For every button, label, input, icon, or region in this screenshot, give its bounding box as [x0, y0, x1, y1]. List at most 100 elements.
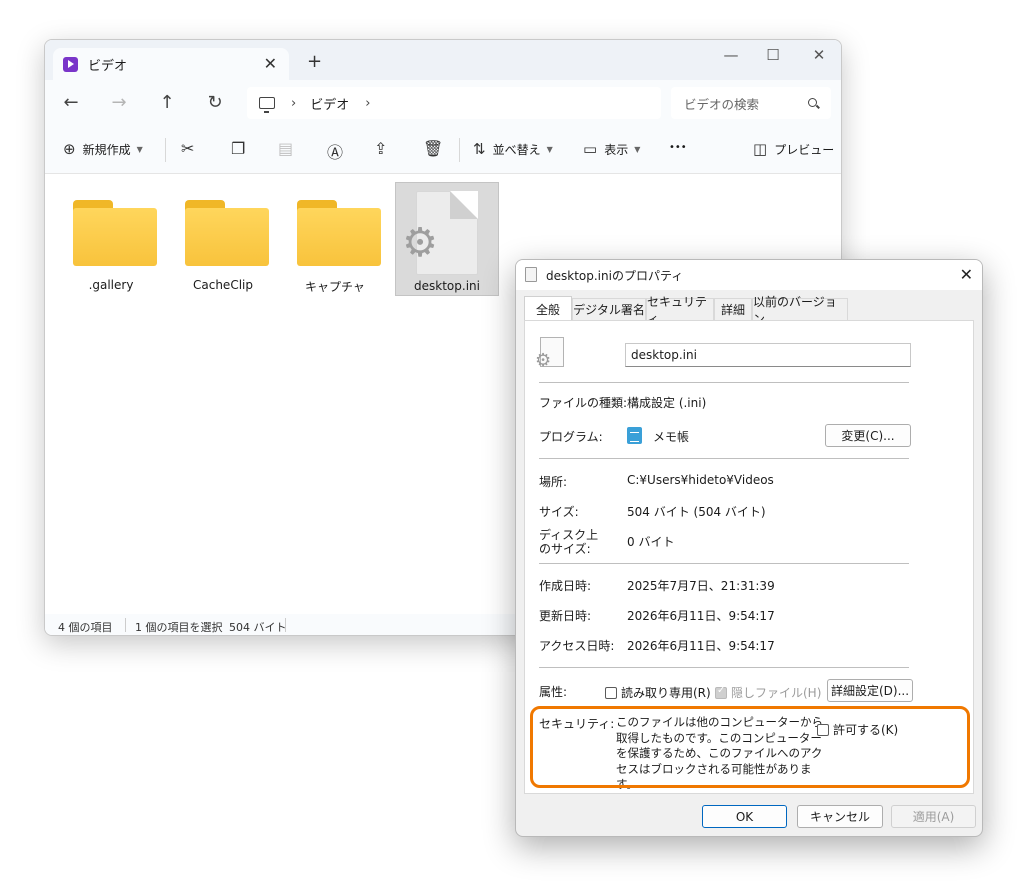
modified-label: 更新日時:: [539, 609, 592, 623]
tab-details[interactable]: 詳細: [714, 298, 752, 320]
advanced-button[interactable]: 詳細設定(D)...: [827, 679, 913, 702]
folder-item-capture[interactable]: キャプチャ: [283, 182, 387, 296]
tab-title: ビデオ: [88, 58, 128, 74]
delete-icon[interactable]: 🗑: [423, 139, 443, 158]
sort-icon: ⇅: [473, 140, 486, 158]
modified-value: 2026年6月11日、9:54:17: [627, 609, 775, 623]
file-type-label: ファイルの種類:: [539, 396, 628, 410]
chevron-down-icon: ▼: [634, 144, 641, 154]
folder-icon: [185, 200, 269, 266]
tab-previous-versions[interactable]: 以前のバージョン: [752, 295, 848, 326]
view-icon: ▭: [583, 140, 598, 158]
file-icon: [525, 267, 537, 282]
command-bar: ⊕ 新規作成 ▼ ✂ ❐ ▤ Ⓐ ⇪ 🗑 ⇅ 並べ替え ▼ ▭ 表示 ▼ •••…: [45, 126, 841, 174]
checkbox-box[interactable]: [605, 686, 617, 699]
divider: [459, 138, 460, 162]
divider: [125, 618, 126, 632]
ok-button[interactable]: OK: [702, 805, 787, 828]
videos-folder-icon: [63, 56, 78, 72]
notepad-icon: [627, 427, 642, 444]
search-placeholder: ビデオの検索: [684, 96, 760, 112]
forward-button[interactable]: →: [109, 92, 129, 113]
hidden-checkbox[interactable]: 隠しファイル(H): [715, 684, 821, 701]
copy-icon[interactable]: ❐: [231, 139, 245, 158]
dialog-title: desktop.iniのプロパティ: [546, 269, 684, 283]
breadcrumb-separator[interactable]: ›: [291, 96, 296, 111]
preview-button[interactable]: ◫ プレビュー: [753, 140, 834, 158]
new-label: 新規作成: [82, 142, 131, 157]
cut-icon[interactable]: ✂: [181, 139, 194, 158]
tab-general[interactable]: 全般: [524, 296, 572, 321]
close-window-button[interactable]: ✕: [809, 46, 829, 64]
address-input[interactable]: › ビデオ ›: [247, 87, 661, 119]
sort-label: 並べ替え: [492, 142, 541, 157]
file-name: .gallery: [88, 278, 134, 292]
divider: [539, 563, 909, 564]
disk-size-label: のサイズ:: [539, 542, 591, 556]
file-item-desktop-ini[interactable]: ⚙ desktop.ini: [395, 182, 499, 296]
cancel-button[interactable]: キャンセル: [797, 805, 883, 828]
file-name: CacheClip: [193, 278, 253, 292]
search-input[interactable]: ビデオの検索: [671, 87, 831, 119]
size-value: 504 バイト (504 バイト): [627, 505, 766, 519]
program-label: プログラム:: [539, 430, 603, 444]
divider: [539, 382, 909, 383]
divider: [539, 667, 909, 668]
readonly-checkbox[interactable]: 読み取り専用(R): [605, 684, 711, 701]
size-label: サイズ:: [539, 505, 579, 519]
tab-security[interactable]: セキュリティ: [646, 295, 714, 326]
tab-bar: ビデオ ✕ + — ☐ ✕: [45, 40, 841, 80]
folder-item-cacheclip[interactable]: CacheClip: [171, 182, 275, 296]
location-label: 場所:: [539, 475, 568, 489]
settings-file-icon: ⚙: [535, 337, 564, 371]
selection-count: 1 個の項目を選択: [135, 621, 223, 634]
security-highlight-annotation: [530, 706, 970, 788]
address-bar-row: ← → ↑ ↻ › ビデオ › ビデオの検索: [45, 80, 841, 126]
chevron-down-icon: ▼: [546, 144, 553, 154]
this-pc-icon: [259, 97, 275, 113]
checkbox-box[interactable]: [715, 685, 727, 699]
folder-item-gallery[interactable]: .gallery: [59, 182, 163, 296]
change-program-button[interactable]: 変更(C)...: [825, 424, 911, 447]
chevron-down-icon: ▼: [136, 144, 143, 154]
close-icon[interactable]: ✕: [960, 265, 973, 284]
search-icon: [808, 98, 817, 107]
maximize-button[interactable]: ☐: [763, 46, 783, 64]
divider: [285, 618, 286, 632]
disk-size-value: 0 バイト: [627, 535, 675, 549]
breadcrumb-separator[interactable]: ›: [365, 96, 370, 111]
minimize-button[interactable]: —: [721, 46, 741, 64]
tab-close-icon[interactable]: ✕: [264, 54, 277, 73]
tab-videos[interactable]: ビデオ ✕: [53, 48, 289, 80]
preview-label: プレビュー: [774, 142, 835, 157]
view-label: 表示: [604, 142, 629, 157]
breadcrumb-videos[interactable]: ビデオ: [310, 94, 349, 113]
file-name: desktop.ini: [414, 279, 480, 293]
plus-circle-icon: ⊕: [63, 140, 76, 158]
tab-digital-signatures[interactable]: デジタル署名: [572, 298, 646, 320]
refresh-button[interactable]: ↻: [205, 92, 225, 113]
accessed-label: アクセス日時:: [539, 639, 615, 653]
selection-size: 504 バイト: [229, 621, 287, 634]
share-icon[interactable]: ⇪: [374, 139, 387, 158]
divider: [165, 138, 166, 162]
paste-icon[interactable]: ▤: [278, 139, 293, 158]
more-options-button[interactable]: •••: [669, 142, 687, 153]
hidden-label: 隠しファイル(H): [731, 686, 822, 700]
rename-icon[interactable]: Ⓐ: [327, 139, 343, 163]
folder-icon: [73, 200, 157, 266]
view-button[interactable]: ▭ 表示 ▼: [583, 140, 640, 158]
back-button[interactable]: ←: [61, 92, 81, 113]
apply-button[interactable]: 適用(A): [891, 805, 976, 828]
created-value: 2025年7月7日、21:31:39: [627, 579, 775, 593]
readonly-label: 読み取り専用(R): [621, 686, 711, 700]
item-count: 4 個の項目: [58, 621, 113, 634]
gear-icon: ⚙: [402, 220, 438, 266]
file-name: キャプチャ: [305, 280, 365, 294]
new-tab-button[interactable]: +: [307, 51, 322, 72]
new-button[interactable]: ⊕ 新規作成 ▼: [63, 140, 143, 158]
up-button[interactable]: ↑: [157, 92, 177, 113]
filename-field[interactable]: [625, 343, 911, 367]
file-type-value: 構成設定 (.ini): [627, 396, 707, 410]
sort-button[interactable]: ⇅ 並べ替え ▼: [473, 140, 553, 158]
